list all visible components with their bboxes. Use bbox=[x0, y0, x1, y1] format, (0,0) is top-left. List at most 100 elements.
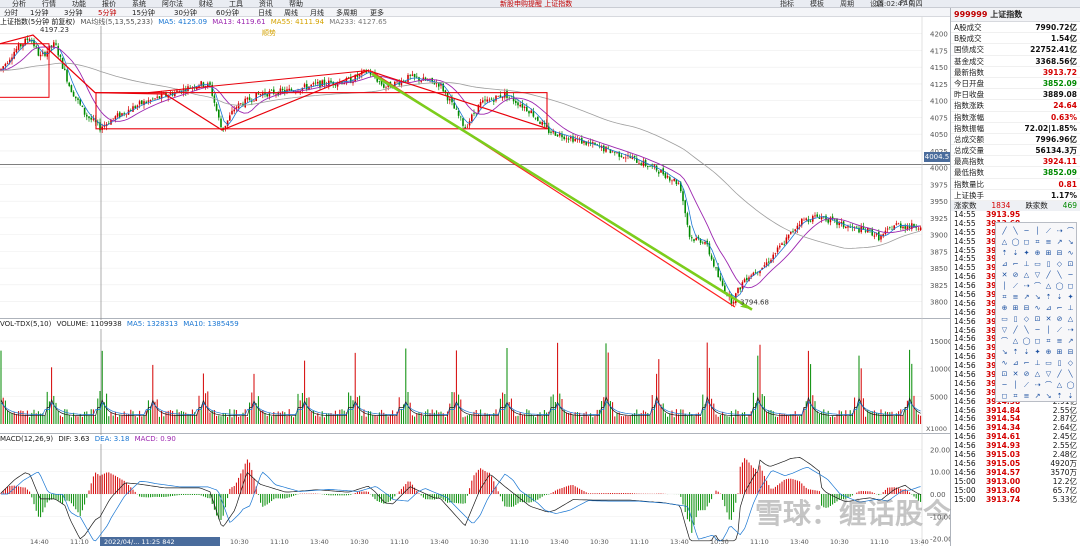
draw-tool-icon[interactable]: ≡ bbox=[1022, 392, 1031, 401]
draw-tool-icon[interactable]: ▯ bbox=[1011, 315, 1020, 324]
draw-tool-icon[interactable]: ▯ bbox=[1055, 359, 1064, 368]
draw-tool-icon[interactable]: ▯ bbox=[1044, 260, 1053, 269]
draw-tool-icon[interactable]: ⌒ bbox=[1044, 381, 1053, 390]
draw-tool-icon[interactable]: ▭ bbox=[1000, 315, 1009, 324]
draw-tool-icon[interactable]: ⌐ bbox=[1011, 260, 1020, 269]
draw-tool-icon[interactable]: ⇡ bbox=[1044, 293, 1053, 302]
draw-tool-icon[interactable]: ⇣ bbox=[1055, 293, 1064, 302]
draw-tool-icon[interactable]: ⊡ bbox=[1066, 260, 1075, 269]
draw-tool-icon[interactable]: ⊟ bbox=[1055, 249, 1064, 258]
draw-tool-icon[interactable]: ⇣ bbox=[1022, 348, 1031, 357]
draw-tool-icon[interactable]: │ bbox=[1044, 326, 1053, 335]
draw-tool-icon[interactable]: ⟋ bbox=[1044, 227, 1053, 236]
draw-tool-icon[interactable]: ⊘ bbox=[1055, 315, 1064, 324]
draw-tool-icon[interactable]: ─ bbox=[1022, 227, 1031, 236]
draw-tool-icon[interactable]: ⊞ bbox=[1044, 249, 1053, 258]
draw-tool-icon[interactable]: ▽ bbox=[1000, 326, 1009, 335]
draw-tool-icon[interactable]: ╲ bbox=[1011, 227, 1020, 236]
draw-tool-icon[interactable]: ∿ bbox=[1033, 304, 1042, 313]
draw-tool-icon[interactable]: ≡ bbox=[1055, 337, 1064, 346]
draw-tool-icon[interactable]: ⊕ bbox=[1044, 348, 1053, 357]
draw-tool-icon[interactable]: ↗ bbox=[1055, 238, 1064, 247]
draw-tool-icon[interactable]: ⟋ bbox=[1055, 326, 1064, 335]
draw-tool-icon[interactable]: ⌐ bbox=[1022, 359, 1031, 368]
draw-tool-icon[interactable]: ⊿ bbox=[1000, 260, 1009, 269]
draw-tool-icon[interactable]: ▽ bbox=[1033, 271, 1042, 280]
draw-tool-icon[interactable]: ✕ bbox=[1011, 370, 1020, 379]
draw-tool-icon[interactable]: ◻ bbox=[1000, 392, 1009, 401]
volume-panel[interactable]: 15000 10000 5000 X1000 VOL-TDX(5,10) VOLUME… bbox=[0, 318, 952, 433]
draw-tool-icon[interactable]: ⊘ bbox=[1011, 271, 1020, 280]
draw-tool-icon[interactable]: ╱ bbox=[1055, 370, 1064, 379]
draw-tool-icon[interactable]: ⇣ bbox=[1011, 249, 1020, 258]
menu-item[interactable]: 资讯 bbox=[259, 0, 273, 8]
draw-tool-icon[interactable]: ⊥ bbox=[1033, 359, 1042, 368]
draw-tool-icon[interactable]: ⌒ bbox=[1033, 282, 1042, 291]
draw-tool-icon[interactable]: ╲ bbox=[1066, 370, 1075, 379]
draw-tool-icon[interactable]: ◯ bbox=[1066, 381, 1075, 390]
draw-tool-icon[interactable]: △ bbox=[1011, 337, 1020, 346]
draw-tool-icon[interactable]: ╲ bbox=[1022, 326, 1031, 335]
draw-tool-icon[interactable]: ✕ bbox=[1000, 271, 1009, 280]
draw-tool-icon[interactable]: ✦ bbox=[1022, 249, 1031, 258]
draw-tool-icon[interactable]: ⊥ bbox=[1066, 304, 1075, 313]
draw-tool-icon[interactable]: ◯ bbox=[1022, 337, 1031, 346]
draw-tool-icon[interactable]: ↗ bbox=[1022, 293, 1031, 302]
draw-tool-icon[interactable]: ▭ bbox=[1033, 260, 1042, 269]
draw-tool-icon[interactable]: △ bbox=[1066, 315, 1075, 324]
draw-tool-icon[interactable]: │ bbox=[1033, 227, 1042, 236]
menu-item[interactable]: 帮助 bbox=[289, 0, 303, 8]
draw-tool-icon[interactable]: ⇡ bbox=[1000, 249, 1009, 258]
draw-tool-icon[interactable]: ─ bbox=[1033, 326, 1042, 335]
draw-tool-icon[interactable]: ⇢ bbox=[1066, 326, 1075, 335]
draw-tool-icon[interactable]: △ bbox=[1033, 370, 1042, 379]
draw-tool-icon[interactable]: ⇢ bbox=[1022, 282, 1031, 291]
draw-tool-icon[interactable]: ◯ bbox=[1055, 282, 1064, 291]
draw-tool-icon[interactable]: △ bbox=[1022, 271, 1031, 280]
draw-tool-icon[interactable]: ⌒ bbox=[1000, 337, 1009, 346]
draw-tool-icon[interactable]: ⌗ bbox=[1044, 337, 1053, 346]
draw-tool-icon[interactable]: ⊿ bbox=[1011, 359, 1020, 368]
draw-tool-icon[interactable]: ⊥ bbox=[1022, 260, 1031, 269]
menu-item[interactable]: 分析 bbox=[12, 0, 26, 8]
volume-chart-svg[interactable]: 15000 10000 5000 X1000 bbox=[0, 318, 952, 433]
draw-tool-icon[interactable]: ◻ bbox=[1022, 238, 1031, 247]
draw-tool-icon[interactable]: ╱ bbox=[1044, 271, 1053, 280]
draw-tool-icon[interactable]: ⊞ bbox=[1011, 304, 1020, 313]
menu-item[interactable]: 行情 bbox=[42, 0, 56, 8]
draw-tool-icon[interactable]: ▽ bbox=[1044, 370, 1053, 379]
draw-tool-icon[interactable]: ╱ bbox=[1011, 326, 1020, 335]
menu-item[interactable]: 阿尔法 bbox=[162, 0, 183, 8]
draw-tool-icon[interactable]: ⇡ bbox=[1011, 348, 1020, 357]
draw-tool-icon[interactable]: ─ bbox=[1000, 381, 1009, 390]
draw-tool-icon[interactable]: ⇡ bbox=[1055, 392, 1064, 401]
draw-tool-icon[interactable]: ⇣ bbox=[1066, 392, 1075, 401]
draw-tool-icon[interactable]: ∿ bbox=[1066, 249, 1075, 258]
draw-tool-icon[interactable]: ⇢ bbox=[1033, 381, 1042, 390]
draw-tool-icon[interactable]: ─ bbox=[1066, 271, 1075, 280]
draw-tool-icon[interactable]: ⊡ bbox=[1000, 370, 1009, 379]
draw-tool-icon[interactable]: ⊘ bbox=[1022, 370, 1031, 379]
draw-tool-icon[interactable]: △ bbox=[1055, 381, 1064, 390]
menu-item[interactable]: 功能 bbox=[72, 0, 86, 8]
draw-tool-icon[interactable]: ↘ bbox=[1000, 348, 1009, 357]
draw-tool-icon[interactable]: ╲ bbox=[1055, 271, 1064, 280]
draw-tool-icon[interactable]: ⊿ bbox=[1044, 304, 1053, 313]
draw-tool-icon[interactable]: ⊞ bbox=[1055, 348, 1064, 357]
draw-tool-icon[interactable]: ⌗ bbox=[1011, 392, 1020, 401]
draw-tool-icon[interactable]: ╱ bbox=[1000, 227, 1009, 236]
menu-item[interactable]: 财经 bbox=[199, 0, 213, 8]
draw-tool-icon[interactable]: ⌗ bbox=[1000, 293, 1009, 302]
draw-tool-icon[interactable]: ↗ bbox=[1066, 337, 1075, 346]
price-chart-svg[interactable]: 4200417541504125410040754050402540003975… bbox=[0, 17, 950, 318]
draw-tool-icon[interactable]: ✦ bbox=[1066, 293, 1075, 302]
draw-tool-icon[interactable]: ⊟ bbox=[1022, 304, 1031, 313]
draw-tool-icon[interactable]: ✦ bbox=[1033, 348, 1042, 357]
draw-tool-icon[interactable]: ▭ bbox=[1044, 359, 1053, 368]
draw-tool-icon[interactable]: │ bbox=[1011, 381, 1020, 390]
draw-tool-icon[interactable]: ↗ bbox=[1033, 392, 1042, 401]
draw-tool-icon[interactable]: ≡ bbox=[1044, 238, 1053, 247]
draw-tool-icon[interactable]: ◇ bbox=[1066, 359, 1075, 368]
draw-tool-icon[interactable]: ⟋ bbox=[1022, 381, 1031, 390]
draw-tool-icon[interactable]: ⊕ bbox=[1000, 304, 1009, 313]
